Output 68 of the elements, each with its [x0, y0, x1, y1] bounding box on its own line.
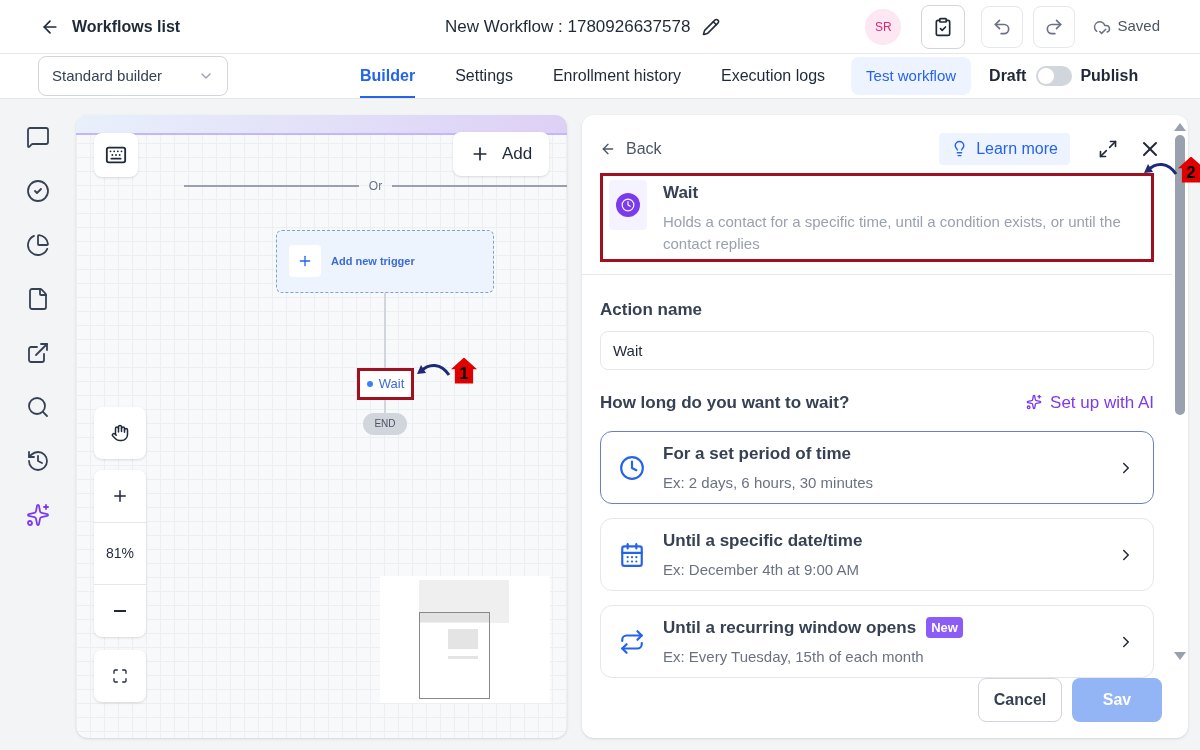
save-status: Saved: [1117, 16, 1160, 37]
wait-option-card[interactable]: Until a recurring window opens New Ex: Every Tuesday, 15th of each month: [600, 605, 1154, 678]
nav-tab[interactable]: Settings: [455, 54, 513, 98]
sparkles-icon: [1026, 394, 1043, 411]
wait-option-card[interactable]: Until a specific date/time Ex: December 4th at 9:00 AM: [600, 518, 1154, 591]
step-number-badge: 1: [451, 357, 477, 384]
zoom-out-icon: [114, 609, 126, 612]
calendar-icon: [619, 541, 645, 568]
undo-button[interactable]: [981, 5, 1024, 48]
nav-tab[interactable]: Builder: [360, 54, 416, 98]
action-description: Holds a contact for a specific time, until a condition exists, or until the contact replies: [663, 212, 1122, 254]
option-example: Ex: Every Tuesday, 15th of each month: [663, 647, 925, 667]
hand-icon: [111, 423, 129, 442]
plus-button[interactable]: [289, 245, 321, 277]
action-name-label: Action name: [599, 299, 704, 321]
plus-icon: [297, 253, 313, 269]
redo-icon: [1044, 16, 1065, 37]
test-workflow-button[interactable]: Test workflow: [851, 56, 972, 95]
workflow-title: New Workflow : 1780926637578: [445, 15, 691, 38]
redo-button[interactable]: [1033, 5, 1076, 48]
new-tag: New: [926, 616, 963, 638]
back-link[interactable]: Back: [600, 136, 662, 161]
expand-icon[interactable]: [1098, 138, 1118, 159]
search-icon[interactable]: [26, 394, 50, 419]
wait-option-card[interactable]: For a set period of time Ex: 2 days, 6 hours, 30 minutes: [600, 431, 1154, 504]
option-example: Ex: December 4th at 9:00 AM: [663, 560, 860, 580]
keyboard-shortcuts-button[interactable]: [94, 132, 138, 177]
add-trigger-card[interactable]: Add new trigger: [276, 229, 494, 293]
clock-icon: [619, 454, 645, 481]
add-button[interactable]: Add: [453, 131, 549, 176]
trigger-label: Add new trigger: [331, 253, 415, 269]
learn-more-button[interactable]: Learn more: [939, 132, 1070, 165]
option-title: For a set period of time: [663, 442, 851, 465]
edit-pencil-icon[interactable]: [702, 17, 721, 36]
set-up-with-ai-link[interactable]: Set up with AI: [1026, 389, 1154, 415]
fit-view-button[interactable]: [94, 649, 146, 702]
nav-tab[interactable]: Execution logs: [721, 54, 826, 98]
cancel-button[interactable]: Cancel: [978, 678, 1062, 722]
draft-label: Draft: [989, 65, 1027, 86]
end-node: END: [363, 412, 407, 435]
nav-tab[interactable]: Enrollment history: [552, 54, 681, 98]
option-example: Ex: 2 days, 6 hours, 30 minutes: [663, 473, 875, 493]
builder-type-select[interactable]: Standard builder: [38, 55, 228, 96]
clock-icon: [616, 192, 640, 217]
external-icon[interactable]: [26, 340, 50, 365]
pie-icon[interactable]: [26, 232, 50, 257]
publish-label: Publish: [1080, 65, 1139, 86]
action-title: Wait: [663, 181, 700, 204]
pan-hand-button[interactable]: [94, 406, 146, 459]
action-name-field[interactable]: Wait: [600, 330, 1154, 370]
wait-node[interactable]: Wait: [357, 367, 414, 400]
option-title: Until a recurring window opens: [663, 616, 917, 639]
check-icon[interactable]: [26, 178, 50, 203]
wait-question: How long do you want to wait?: [600, 391, 850, 414]
chat-icon[interactable]: [26, 124, 50, 149]
zoom-level: 81%: [94, 522, 146, 585]
file-icon[interactable]: [26, 286, 50, 311]
or-divider-label: Or: [368, 177, 383, 195]
option-title: Until a specific date/time: [663, 529, 863, 552]
history-icon[interactable]: [26, 448, 50, 473]
clipboard-check-icon: [933, 16, 954, 37]
clipboard-check-button[interactable]: [921, 4, 966, 49]
sparkles-icon[interactable]: [26, 502, 50, 527]
back-to-workflows-link[interactable]: Workflows list: [40, 14, 400, 39]
publish-toggle[interactable]: [1036, 65, 1073, 86]
fit-view-icon: [112, 667, 128, 684]
repeat-icon: [619, 628, 645, 655]
user-avatar[interactable]: SR: [865, 8, 902, 45]
